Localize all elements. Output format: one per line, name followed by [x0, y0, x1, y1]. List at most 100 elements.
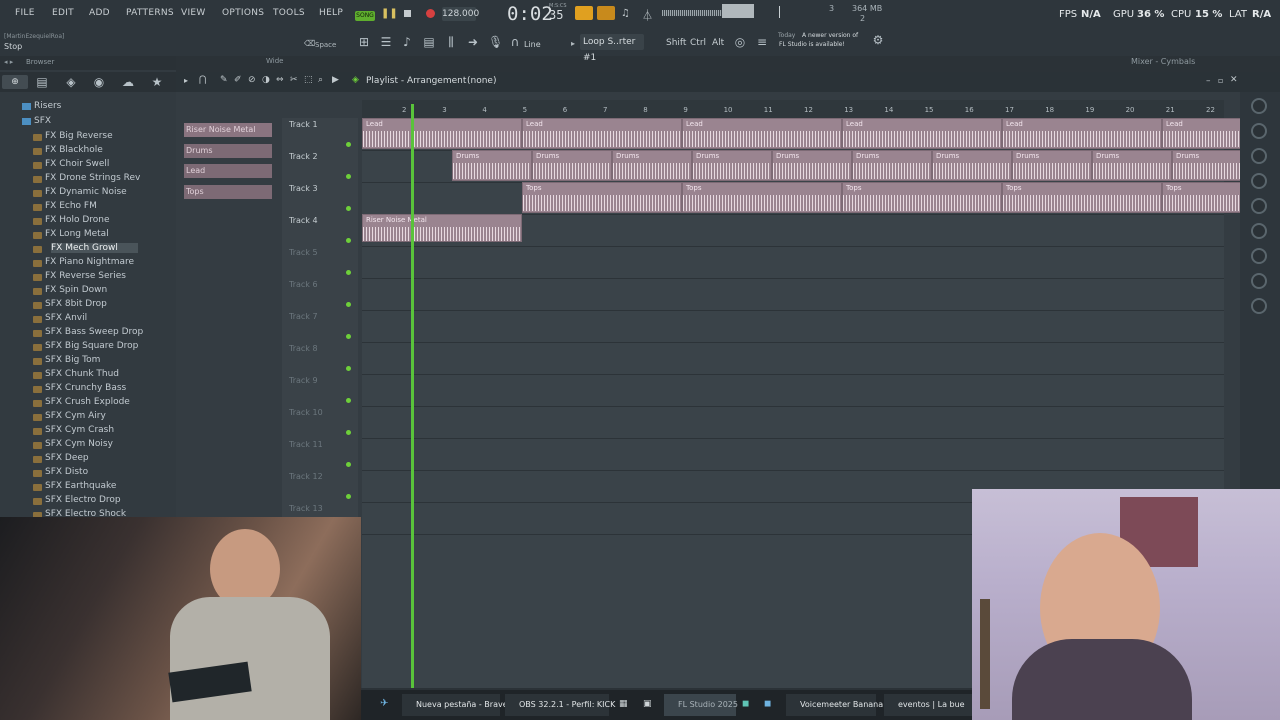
audio-clip[interactable]: Lead: [682, 118, 842, 149]
pattern-riser-noise-metal[interactable]: Riser Noise Metal: [184, 123, 272, 137]
track-name[interactable]: Track 10: [289, 408, 323, 417]
delete-tool-icon[interactable]: ⊘: [248, 75, 256, 85]
browser-item[interactable]: SFX Deep: [45, 453, 89, 463]
audio-clip[interactable]: Tops: [682, 182, 842, 213]
browser-item[interactable]: FX Choir Swell: [45, 159, 109, 169]
snap-selector[interactable]: Line: [524, 40, 541, 49]
browser-item[interactable]: SFX Cym Noisy: [45, 439, 113, 449]
browser-item[interactable]: FX Blackhole: [45, 145, 103, 155]
menu-edit[interactable]: EDIT: [52, 8, 74, 18]
track-name[interactable]: Track 9: [289, 376, 318, 385]
mixer-knob[interactable]: [1251, 298, 1267, 314]
track-enable-led[interactable]: [346, 238, 351, 243]
browser-item[interactable]: FX Big Reverse: [45, 131, 113, 141]
maximize-icon[interactable]: ▫: [1218, 76, 1223, 85]
wide-label[interactable]: Wide: [266, 57, 283, 65]
pattern-song-icon[interactable]: [575, 6, 593, 20]
track-enable-led[interactable]: [346, 302, 351, 307]
pattern-tops[interactable]: Tops: [184, 185, 272, 199]
audio-clip[interactable]: Tops: [1002, 182, 1162, 213]
browser-item[interactable]: SFX Crunchy Bass: [45, 383, 126, 393]
browser-item[interactable]: SFX Disto: [45, 467, 88, 477]
track-name[interactable]: Track 11: [289, 440, 323, 449]
playlist-pattern[interactable]: (none): [467, 76, 496, 86]
settings-icon[interactable]: ⚙: [871, 33, 885, 47]
track-name[interactable]: Track 8: [289, 344, 318, 353]
track-enable-led[interactable]: [346, 462, 351, 467]
browser-item[interactable]: SFX Crush Explode: [45, 397, 130, 407]
browser-item[interactable]: FX Long Metal: [45, 229, 109, 239]
pattern-lead[interactable]: Lead: [184, 164, 272, 178]
folder-risers[interactable]: Risers: [34, 101, 61, 111]
minimize-icon[interactable]: –: [1206, 76, 1211, 86]
record-icon[interactable]: [426, 9, 435, 18]
browser-item[interactable]: SFX Anvil: [45, 313, 87, 323]
paint-tool-icon[interactable]: ✐: [234, 75, 242, 85]
slip-tool-icon[interactable]: ⇔: [276, 75, 284, 85]
browser-item[interactable]: SFX Chunk Thud: [45, 369, 119, 379]
mixer-knob[interactable]: [1251, 198, 1267, 214]
shift-key[interactable]: Shift: [666, 38, 686, 48]
mixer-knob[interactable]: [1251, 248, 1267, 264]
master-volume[interactable]: [722, 4, 754, 18]
mixer-knob[interactable]: [1251, 223, 1267, 239]
track-name[interactable]: Track 4: [289, 216, 318, 225]
app-icon[interactable]: ◼: [742, 699, 749, 709]
mixer-icon[interactable]: ⫼: [444, 35, 458, 49]
track-enable-led[interactable]: [346, 334, 351, 339]
stop-icon[interactable]: [404, 10, 411, 17]
audio-clip[interactable]: Drums: [452, 150, 532, 181]
mixer-knob[interactable]: [1251, 173, 1267, 189]
timeline-ruler[interactable]: [362, 100, 1224, 118]
browser-item[interactable]: SFX Big Square Drop: [45, 341, 138, 351]
space-icon[interactable]: ⌫: [304, 39, 315, 48]
audio-clip[interactable]: Drums: [1012, 150, 1092, 181]
browser-item[interactable]: FX Drone Strings Rev: [45, 173, 140, 183]
mixer-knob[interactable]: [1251, 148, 1267, 164]
zoom-tool-icon[interactable]: ⌕: [318, 75, 323, 85]
browser-plugins-icon[interactable]: ◈: [64, 75, 78, 89]
pattern-selector[interactable]: Loop S..rter #1: [580, 34, 644, 63]
pattern-arrow-icon[interactable]: ▸: [571, 39, 575, 48]
audio-clip[interactable]: Lead: [842, 118, 1002, 149]
track-name[interactable]: Track 3: [289, 184, 318, 193]
audio-clip[interactable]: Drums: [532, 150, 612, 181]
track-enable-led[interactable]: [346, 206, 351, 211]
metronome-icon[interactable]: ♫: [621, 8, 630, 19]
audio-clip[interactable]: Drums: [692, 150, 772, 181]
menu-file[interactable]: FILE: [15, 8, 35, 18]
step-edit-icon[interactable]: [597, 6, 615, 20]
browser-cloud-icon[interactable]: ☁: [121, 75, 135, 89]
menu-tools[interactable]: TOOLS: [273, 8, 305, 18]
hamburger-icon[interactable]: ≡: [755, 35, 769, 49]
folder-sfx[interactable]: SFX: [34, 116, 51, 126]
track-name[interactable]: Track 7: [289, 312, 318, 321]
tempo-display[interactable]: 128.000: [442, 7, 479, 21]
audio-clip[interactable]: Drums: [932, 150, 1012, 181]
mixer-knob[interactable]: [1251, 98, 1267, 114]
news-text-2[interactable]: FL Studio is available!: [779, 41, 845, 48]
audio-clip[interactable]: Drums: [1092, 150, 1172, 181]
browser-item[interactable]: FX Piano Nightmare: [45, 257, 134, 267]
track-enable-led[interactable]: [346, 366, 351, 371]
pause-icon[interactable]: ❚❚: [381, 8, 398, 20]
close-icon[interactable]: ✕: [1230, 75, 1238, 85]
task-discord[interactable]: eventos | La bue: [884, 694, 972, 716]
audio-clip[interactable]: Drums: [772, 150, 852, 181]
browser-item[interactable]: SFX Earthquake: [45, 481, 116, 491]
mute-tool-icon[interactable]: ◑: [262, 75, 270, 85]
menu-patterns[interactable]: PATTERNS: [126, 8, 174, 18]
audio-clip[interactable]: Drums: [612, 150, 692, 181]
audio-clip[interactable]: Riser Noise Metal: [362, 214, 522, 242]
audio-clip[interactable]: Tops: [522, 182, 682, 213]
audio-clip[interactable]: Drums: [852, 150, 932, 181]
task-fl-studio[interactable]: FL Studio 2025: [664, 694, 738, 716]
snap-magnet-icon[interactable]: ⋂: [199, 75, 206, 85]
track-enable-led[interactable]: [346, 174, 351, 179]
calculator-icon[interactable]: ▦: [619, 699, 628, 709]
menu-options[interactable]: OPTIONS: [222, 8, 264, 18]
terminal-icon[interactable]: ▣: [643, 699, 652, 709]
magnet-icon[interactable]: ∩: [508, 35, 522, 49]
browser-item[interactable]: SFX Electro Drop: [45, 495, 121, 505]
target-icon[interactable]: ◎: [733, 35, 747, 49]
